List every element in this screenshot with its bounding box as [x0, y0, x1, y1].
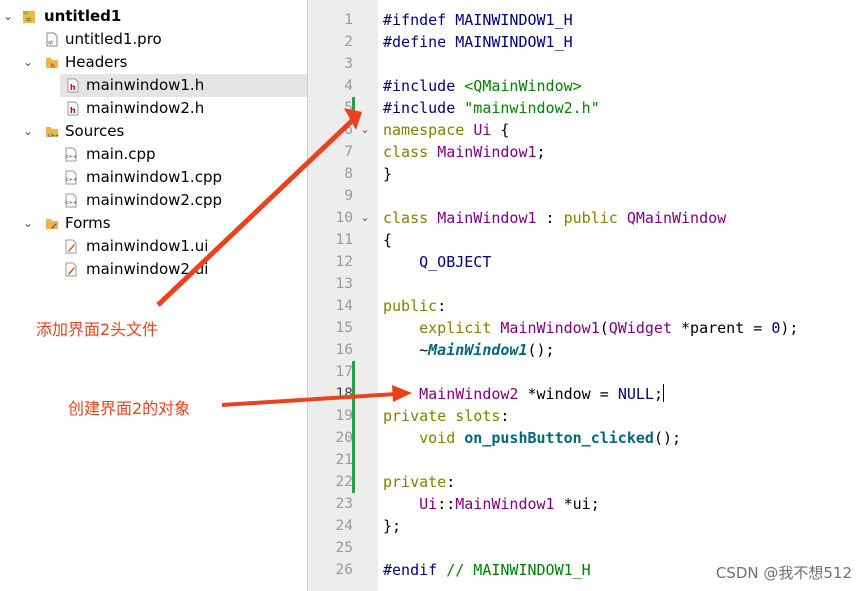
- annotation-create-object: 创建界面2的对象: [68, 399, 191, 418]
- annotation-add-header: 添加界面2头文件: [36, 320, 159, 339]
- arrow-to-object: [221, 392, 397, 407]
- arrow-to-include: [156, 115, 358, 307]
- annotation-arrows: [156, 108, 412, 407]
- watermark: CSDN @我不想512: [715, 564, 852, 582]
- arrow-head-icon: [392, 385, 412, 402]
